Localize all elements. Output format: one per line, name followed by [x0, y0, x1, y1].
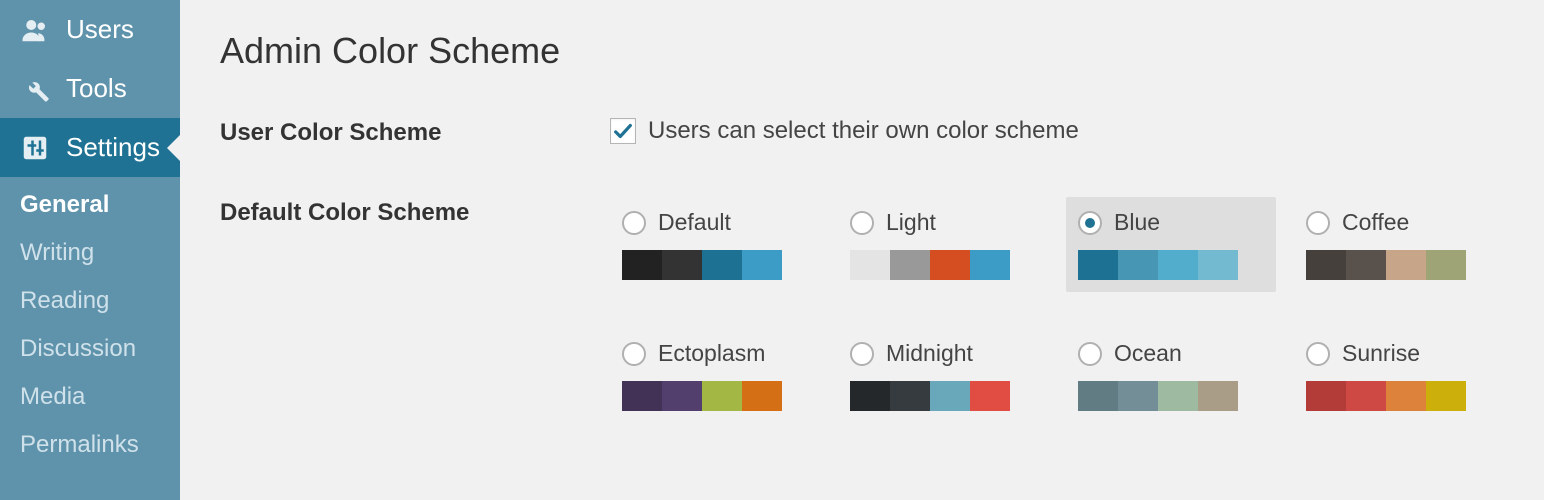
sidebar-item-settings[interactable]: Settings — [0, 118, 180, 177]
color-scheme-name: Ectoplasm — [658, 340, 765, 367]
color-scheme-head: Ectoplasm — [622, 340, 808, 367]
color-swatch — [1118, 250, 1158, 280]
color-swatch — [622, 381, 662, 411]
color-scheme-name: Coffee — [1342, 209, 1409, 236]
color-scheme-head: Ocean — [1078, 340, 1264, 367]
sidebar-item-label: Settings — [66, 132, 160, 163]
color-swatches — [850, 250, 1010, 280]
color-swatch — [930, 381, 970, 411]
color-scheme-name: Midnight — [886, 340, 973, 367]
sidebar-sub-reading[interactable]: Reading — [20, 277, 180, 325]
sidebar-sub-general[interactable]: General — [20, 181, 180, 229]
sidebar-item-users[interactable]: Users — [0, 0, 180, 59]
color-scheme-head: Light — [850, 209, 1036, 236]
color-swatch — [742, 250, 782, 280]
color-swatches — [1078, 250, 1238, 280]
color-scheme-head: Default — [622, 209, 808, 236]
sidebar-item-label: Users — [66, 14, 134, 45]
color-scheme-name: Default — [658, 209, 731, 236]
color-scheme-radio[interactable] — [622, 211, 646, 235]
color-swatch — [970, 381, 1010, 411]
user-color-scheme-row: User Color Scheme Users can select their… — [220, 117, 1504, 147]
color-swatch — [1158, 381, 1198, 411]
color-swatch — [1198, 250, 1238, 280]
users-icon — [20, 15, 50, 45]
color-swatches — [622, 381, 782, 411]
tools-icon — [20, 74, 50, 104]
color-swatch — [622, 250, 662, 280]
color-swatch — [1198, 381, 1238, 411]
color-scheme-head: Sunrise — [1306, 340, 1492, 367]
admin-sidebar: Users Tools Settings General Writing Rea… — [0, 0, 180, 500]
sidebar-sub-permalinks[interactable]: Permalinks — [20, 421, 180, 469]
page-title: Admin Color Scheme — [220, 30, 1504, 72]
color-swatch — [1346, 250, 1386, 280]
color-swatch — [890, 381, 930, 411]
color-swatch — [850, 250, 890, 280]
main-content: Admin Color Scheme User Color Scheme Use… — [180, 0, 1544, 500]
default-color-scheme-row: Default Color Scheme Default Light Blue Cof… — [220, 197, 1504, 423]
color-scheme-option[interactable]: Blue — [1066, 197, 1276, 292]
color-swatch — [702, 250, 742, 280]
color-swatch — [1118, 381, 1158, 411]
color-scheme-option[interactable]: Coffee — [1294, 197, 1504, 292]
color-swatch — [1386, 381, 1426, 411]
color-scheme-option[interactable]: Default — [610, 197, 820, 292]
color-scheme-radio[interactable] — [850, 342, 874, 366]
color-scheme-radio[interactable] — [622, 342, 646, 366]
color-swatch — [1386, 250, 1426, 280]
color-scheme-radio[interactable] — [1306, 342, 1330, 366]
sidebar-sub-writing[interactable]: Writing — [20, 229, 180, 277]
color-scheme-radio[interactable] — [1078, 342, 1102, 366]
color-swatch — [1306, 250, 1346, 280]
user-color-scheme-label: User Color Scheme — [220, 117, 610, 147]
checkbox-text: Users can select their own color scheme — [648, 117, 1079, 145]
color-scheme-name: Sunrise — [1342, 340, 1420, 367]
color-scheme-radio[interactable] — [1306, 211, 1330, 235]
color-swatches — [850, 381, 1010, 411]
color-swatch — [1426, 381, 1466, 411]
sidebar-sub-discussion[interactable]: Discussion — [20, 325, 180, 373]
color-swatch — [662, 381, 702, 411]
color-swatches — [1078, 381, 1238, 411]
color-swatches — [1306, 381, 1466, 411]
color-scheme-head: Midnight — [850, 340, 1036, 367]
color-swatch — [1306, 381, 1346, 411]
user-color-scheme-checkbox-label[interactable]: Users can select their own color scheme — [610, 117, 1504, 145]
color-scheme-head: Coffee — [1306, 209, 1492, 236]
color-swatch — [1426, 250, 1466, 280]
sidebar-sub-media[interactable]: Media — [20, 373, 180, 421]
color-swatch — [970, 250, 1010, 280]
color-scheme-radio[interactable] — [850, 211, 874, 235]
settings-submenu: General Writing Reading Discussion Media… — [0, 177, 180, 489]
color-swatch — [662, 250, 702, 280]
color-swatch — [1158, 250, 1198, 280]
user-color-scheme-checkbox[interactable] — [610, 118, 636, 144]
color-swatch — [702, 381, 742, 411]
color-scheme-option[interactable]: Ectoplasm — [610, 328, 820, 423]
color-schemes-grid: Default Light Blue Coffee Ectoplasm Midnight O… — [610, 197, 1504, 423]
color-scheme-name: Blue — [1114, 209, 1160, 236]
color-scheme-name: Light — [886, 209, 936, 236]
color-swatch — [890, 250, 930, 280]
color-swatch — [742, 381, 782, 411]
color-swatch — [1078, 381, 1118, 411]
color-swatch — [930, 250, 970, 280]
color-swatch — [850, 381, 890, 411]
color-scheme-head: Blue — [1078, 209, 1264, 236]
default-color-scheme-label: Default Color Scheme — [220, 197, 610, 227]
sidebar-item-tools[interactable]: Tools — [0, 59, 180, 118]
color-scheme-option[interactable]: Ocean — [1066, 328, 1276, 423]
color-swatch — [1078, 250, 1118, 280]
sidebar-item-label: Tools — [66, 73, 127, 104]
color-swatch — [1346, 381, 1386, 411]
color-scheme-option[interactable]: Midnight — [838, 328, 1048, 423]
settings-icon — [20, 133, 50, 163]
color-scheme-option[interactable]: Light — [838, 197, 1048, 292]
color-scheme-name: Ocean — [1114, 340, 1182, 367]
color-swatches — [1306, 250, 1466, 280]
color-scheme-option[interactable]: Sunrise — [1294, 328, 1504, 423]
color-scheme-radio[interactable] — [1078, 211, 1102, 235]
color-swatches — [622, 250, 782, 280]
